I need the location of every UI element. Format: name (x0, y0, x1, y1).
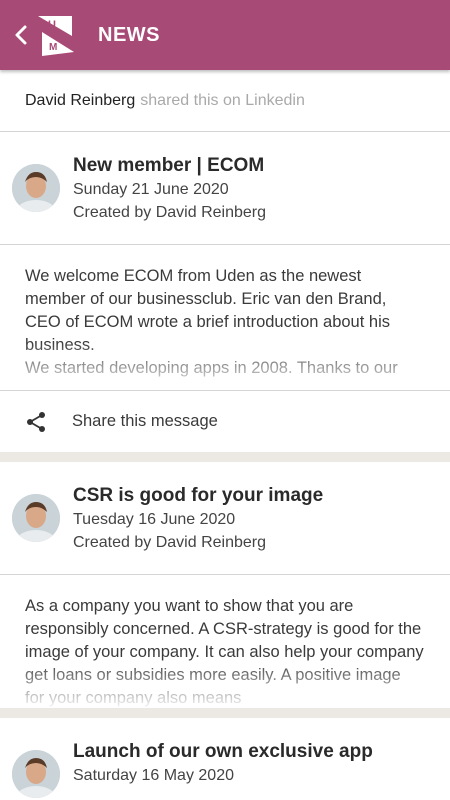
share-label: Share this message (72, 412, 218, 430)
page-title: NEWS (98, 23, 160, 46)
news-card[interactable]: CSR is good for your image Tuesday 16 Ju… (0, 462, 450, 708)
news-excerpt: We welcome ECOM from Uden as the newest … (0, 245, 450, 390)
shared-by-name: David Reinberg (25, 91, 136, 109)
news-card[interactable]: Launch of our own exclusive app Saturday… (0, 718, 450, 800)
share-button[interactable]: Share this message (0, 390, 450, 452)
news-date: Saturday 16 May 2020 (73, 767, 234, 784)
shared-by-text: shared this on Linkedin (140, 91, 305, 109)
news-title: CSR is good for your image (73, 485, 324, 506)
card-separator (0, 708, 450, 718)
news-card-header: CSR is good for your image Tuesday 16 Ju… (0, 462, 450, 575)
news-date: Tuesday 16 June 2020 (73, 511, 236, 528)
avatar (12, 750, 60, 798)
news-card-header: New member | ECOM Sunday 21 June 2020 Cr… (0, 132, 450, 245)
news-excerpt-text: As a company you want to show that you a… (25, 597, 424, 707)
news-author: Created by David Reinberg (73, 534, 266, 551)
avatar (12, 164, 60, 212)
card-separator (0, 452, 450, 462)
chevron-left-icon (15, 25, 27, 45)
news-title: Launch of our own exclusive app (73, 741, 373, 762)
svg-text:U: U (48, 19, 56, 31)
news-date: Sunday 21 June 2020 (73, 181, 229, 198)
news-card-header: Launch of our own exclusive app Saturday… (0, 718, 450, 800)
news-author: Created by David Reinberg (73, 204, 266, 221)
news-feed[interactable]: David Reinberg shared this on Linkedin N… (0, 70, 450, 800)
app-bar: U M NEWS (0, 0, 450, 70)
news-card[interactable]: New member | ECOM Sunday 21 June 2020 Cr… (0, 132, 450, 452)
svg-text:M: M (49, 42, 57, 53)
share-icon (27, 411, 45, 432)
news-excerpt-text: We welcome ECOM from Uden as the newest … (25, 267, 390, 354)
back-button[interactable] (6, 0, 36, 70)
app-logo: U M (38, 16, 74, 56)
news-excerpt-more: We started developing apps in 2008. Than… (25, 359, 398, 377)
news-title: New member | ECOM (73, 155, 265, 176)
shared-by-line: David Reinberg shared this on Linkedin (0, 70, 450, 132)
news-excerpt: As a company you want to show that you a… (0, 575, 450, 708)
avatar (12, 494, 60, 542)
